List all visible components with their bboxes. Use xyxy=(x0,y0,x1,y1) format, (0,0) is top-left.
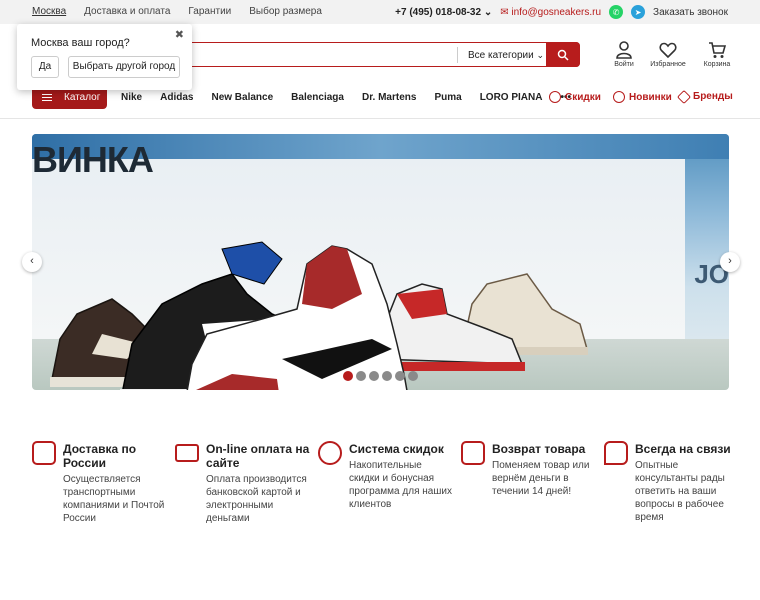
carousel-dot-1[interactable] xyxy=(343,371,353,381)
close-icon[interactable]: ✖ xyxy=(175,28,184,41)
city-link[interactable]: Москва xyxy=(32,6,66,17)
favorites-button[interactable]: Избранное xyxy=(648,40,688,68)
city-confirm-popup: Москва ваш город? ✖ Да Выбрать другой го… xyxy=(17,24,192,90)
city-question: Москва ваш город? xyxy=(31,37,130,49)
guarantee-link[interactable]: Гарантии xyxy=(188,6,231,17)
mail-icon: ✉ xyxy=(500,6,509,18)
search-button[interactable] xyxy=(546,42,580,67)
login-button[interactable]: Войти xyxy=(604,40,644,68)
new-link[interactable]: Новинки xyxy=(613,91,672,103)
whatsapp-icon[interactable]: ✆ xyxy=(609,5,624,19)
feature-title: Система скидок xyxy=(349,442,444,456)
feature-desc: Осуществляется транспортными компаниями … xyxy=(63,474,165,524)
contacts: +7 (495) 018-08-32 ⌄ ✉ info@gosneakers.r… xyxy=(395,5,728,19)
nav-item-puma[interactable]: Puma xyxy=(434,92,461,103)
feature-title: Всегда на связи xyxy=(635,442,731,456)
chevron-down-icon: ⌄ xyxy=(483,6,493,18)
new-label: Новинки xyxy=(629,91,672,103)
cart-button[interactable]: Корзина xyxy=(697,40,737,68)
carousel-dot-2[interactable] xyxy=(356,371,366,381)
truck-icon xyxy=(32,441,56,465)
nav-item-adidas[interactable]: Adidas xyxy=(160,92,193,103)
nav-item-dr-martens[interactable]: Dr. Martens xyxy=(362,92,416,103)
carousel-dot-5[interactable] xyxy=(395,371,405,381)
sale-link[interactable]: Скидки xyxy=(549,91,601,103)
confirm-city-button[interactable]: Да xyxy=(31,56,59,78)
sale-label: Скидки xyxy=(565,91,601,103)
size-guide-link[interactable]: Выбор размера xyxy=(249,6,322,17)
search-input[interactable] xyxy=(181,46,451,63)
nav-item-loro-piana[interactable]: LORO PIANA xyxy=(480,92,543,103)
brand-nav: Nike Adidas New Balance Balenciaga Dr. M… xyxy=(121,92,589,103)
chevron-left-icon: ‹ xyxy=(30,255,34,267)
catalog-label: Каталог xyxy=(64,92,101,103)
search-bar: Все категории ⌄ xyxy=(170,42,580,67)
header-divider xyxy=(0,118,760,119)
telegram-icon[interactable]: ➤ xyxy=(631,5,646,19)
feature-title: On-line оплата на сайте xyxy=(206,442,310,470)
user-icon xyxy=(616,41,632,59)
feature-desc: Поменяем товар или вернём деньги в течен… xyxy=(492,460,590,497)
heart-icon xyxy=(659,42,677,59)
carousel-dots xyxy=(343,371,418,381)
favorites-label: Избранное xyxy=(650,61,686,68)
phone-link[interactable]: +7 (495) 018-08-32 ⌄ xyxy=(395,7,492,18)
banner-next-button[interactable]: › xyxy=(720,252,740,272)
email-address: info@gosneakers.ru xyxy=(511,6,602,18)
feature-title: Возврат товара xyxy=(492,442,586,456)
choose-other-city-button[interactable]: Выбрать другой город xyxy=(68,56,180,78)
cart-label: Корзина xyxy=(703,61,731,68)
percent-icon xyxy=(318,441,342,465)
category-label: Все категории xyxy=(468,50,534,61)
carousel-dot-6[interactable] xyxy=(408,371,418,381)
phone-number: +7 (495) 018-08-32 xyxy=(395,6,482,18)
carousel-dot-3[interactable] xyxy=(369,371,379,381)
nav-item-balenciaga[interactable]: Balenciaga xyxy=(291,92,344,103)
brands-link[interactable]: Бренды xyxy=(676,89,733,104)
nav-item-new-balance[interactable]: New Balance xyxy=(211,92,273,103)
cart-icon xyxy=(709,42,726,58)
delivery-link[interactable]: Доставка и оплата xyxy=(84,6,170,17)
feature-title: Доставка по России xyxy=(63,442,137,470)
top-links: Москва Доставка и оплата Гарантии Выбор … xyxy=(32,6,322,17)
discount-icon xyxy=(549,91,561,103)
chat-icon xyxy=(604,441,628,465)
star-icon xyxy=(613,91,625,103)
menu-icon xyxy=(42,94,52,103)
search-icon xyxy=(557,49,569,61)
login-label: Войти xyxy=(614,61,634,68)
callback-link[interactable]: Заказать звонок xyxy=(653,7,728,18)
chevron-down-icon: ⌄ xyxy=(536,50,545,60)
sneakers-image xyxy=(50,241,588,390)
chevron-right-icon: › xyxy=(728,255,732,267)
nav-item-nike[interactable]: Nike xyxy=(121,92,142,103)
feature-desc: Оплата производится банковской картой и … xyxy=(206,474,307,524)
tag-icon xyxy=(676,89,692,104)
email-link[interactable]: ✉ info@gosneakers.ru xyxy=(500,7,601,18)
feature-desc: Опытные консультанты рады ответить на ва… xyxy=(635,460,725,523)
promo-banner[interactable]: ВИНКА JO xyxy=(32,134,729,390)
carousel-dot-4[interactable] xyxy=(382,371,392,381)
banner-prev-button[interactable]: ‹ xyxy=(22,252,42,272)
card-icon xyxy=(175,444,199,462)
feature-desc: Накопительные скидки и бонусная программ… xyxy=(349,460,452,510)
return-icon xyxy=(461,441,485,465)
category-select[interactable]: Все категории ⌄ xyxy=(457,47,544,63)
brands-label: Бренды xyxy=(693,91,733,102)
top-bar: Москва Доставка и оплата Гарантии Выбор … xyxy=(0,0,760,24)
